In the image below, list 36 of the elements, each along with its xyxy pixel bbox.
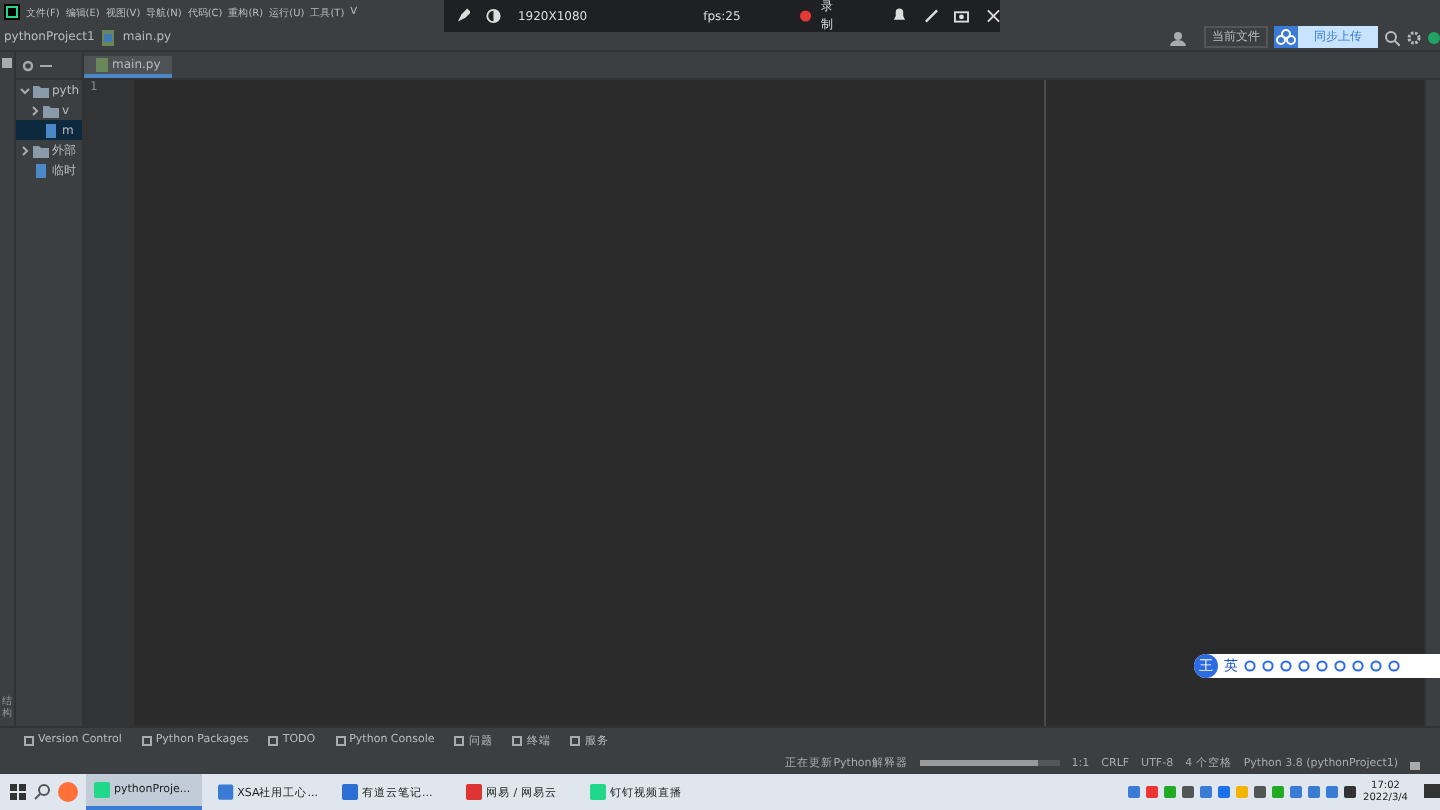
update-icon[interactable] [1428, 29, 1440, 45]
start-icon[interactable] [10, 784, 26, 800]
user-icon[interactable] [1170, 29, 1186, 45]
app-icon [218, 784, 234, 800]
tool-icon [141, 735, 152, 745]
tool-icon [24, 735, 34, 745]
pen-icon[interactable] [923, 8, 939, 24]
notification-icon[interactable] [1424, 784, 1440, 800]
search-icon[interactable] [1384, 29, 1400, 45]
chevron-right-icon[interactable] [30, 105, 40, 115]
close-icon[interactable] [985, 8, 1001, 24]
file-icon [42, 121, 60, 139]
app-icon [590, 784, 606, 800]
search-icon[interactable] [34, 784, 50, 800]
cloud-icon[interactable] [1274, 26, 1298, 48]
record-dot-icon [800, 10, 812, 22]
tool-icon [570, 735, 581, 745]
lock-icon[interactable] [1410, 757, 1420, 769]
settings-icon[interactable] [1406, 29, 1422, 45]
settings-icon[interactable] [22, 59, 34, 71]
tool-icon [335, 735, 346, 745]
contrast-icon[interactable] [486, 8, 502, 24]
tool-icon [454, 735, 465, 745]
app-logo-icon[interactable] [4, 4, 20, 20]
collapse-icon[interactable] [40, 59, 52, 71]
chevron-right-icon[interactable] [20, 145, 30, 155]
app-icon [94, 782, 110, 798]
file-icon [32, 161, 50, 179]
bell-icon[interactable] [892, 8, 908, 24]
app-icon [466, 784, 482, 800]
pin-icon[interactable] [456, 8, 471, 24]
camera-icon[interactable] [954, 8, 970, 24]
chevron-down-icon[interactable] [20, 85, 30, 95]
tool-icon [512, 735, 523, 745]
app-icon [342, 784, 358, 800]
tool-icon [268, 735, 279, 745]
